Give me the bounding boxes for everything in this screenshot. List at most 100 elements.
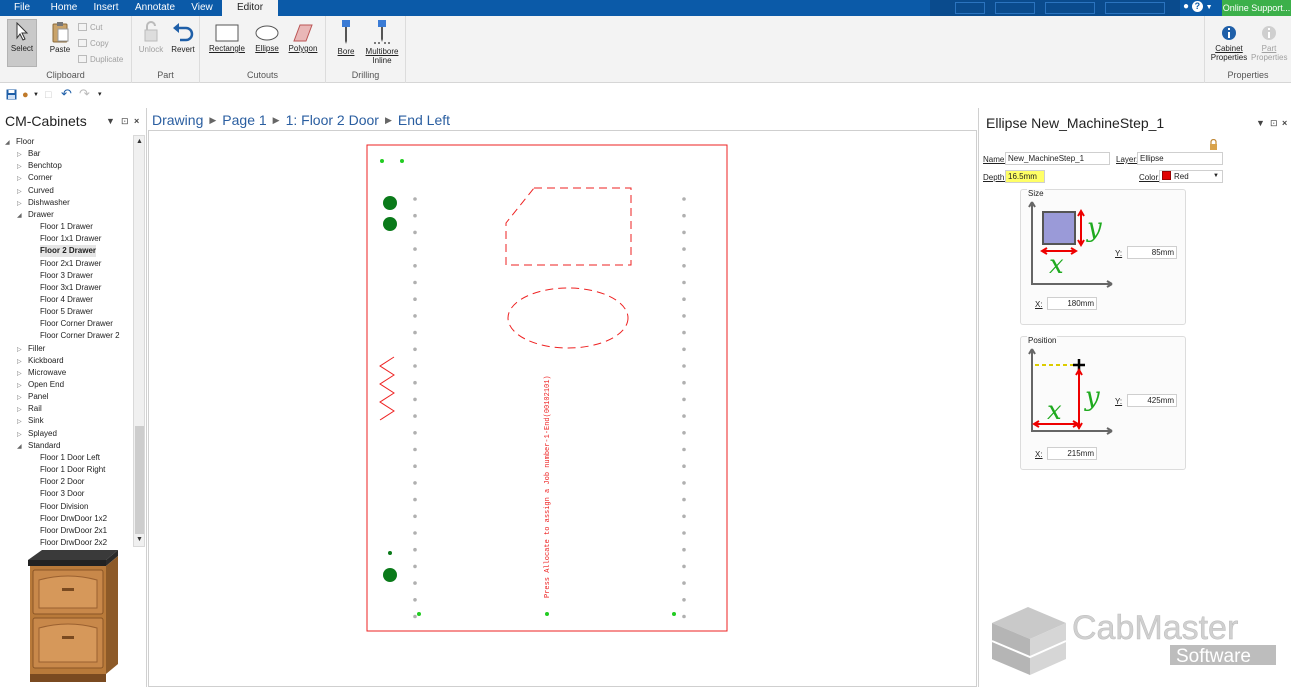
depth-field[interactable]: 16.5mm xyxy=(1005,170,1045,183)
collapsed-triangle-icon[interactable]: ▷ xyxy=(17,151,22,158)
tree-item-category[interactable]: Bar xyxy=(28,148,40,160)
tree-scrollbar[interactable]: ▲ ▼ xyxy=(133,135,145,547)
tree-item-cabinet[interactable]: Floor DrwDoor 2x1 xyxy=(40,525,107,537)
chevron-down-icon[interactable]: ▼ xyxy=(1206,4,1213,11)
unlock-button[interactable]: Unlock xyxy=(136,21,166,54)
tab-editor[interactable]: Editor xyxy=(222,0,278,16)
tree-item-category[interactable]: Sink xyxy=(28,415,44,427)
tab-annotate[interactable]: Annotate xyxy=(128,0,182,16)
collapsed-triangle-icon[interactable]: ▷ xyxy=(17,200,22,207)
tree-item-cabinet[interactable]: Floor Corner Drawer 2 xyxy=(40,330,120,342)
part-drawing[interactable]: Press Allocate to assign a Job number-1-… xyxy=(149,131,978,687)
tree-item-cabinet[interactable]: Floor Division xyxy=(40,501,88,513)
breadcrumb-page[interactable]: Page 1 xyxy=(222,112,266,128)
select-button[interactable]: Select xyxy=(7,22,37,53)
tree-item-category[interactable]: Standard xyxy=(28,440,60,452)
close-icon[interactable]: × xyxy=(134,116,139,126)
tree-item-cabinet[interactable]: Floor DrwDoor 2x2 xyxy=(40,537,107,547)
collapsed-triangle-icon[interactable]: ▷ xyxy=(17,346,22,353)
scroll-up-icon[interactable]: ▲ xyxy=(135,137,144,147)
tree-item-category[interactable]: Kickboard xyxy=(28,355,64,367)
hinge-bore[interactable] xyxy=(383,196,397,210)
copy-disabled-icon[interactable]: □ xyxy=(45,89,52,101)
cabinet-properties-button[interactable]: Cabinet Properties xyxy=(1209,24,1249,62)
collapsed-triangle-icon[interactable]: ▷ xyxy=(17,370,22,377)
drawing-canvas[interactable]: Press Allocate to assign a Job number-1-… xyxy=(148,130,977,687)
tree-item-cabinet[interactable]: Floor 5 Drawer xyxy=(40,306,93,318)
duplicate-button[interactable]: Duplicate xyxy=(78,55,123,64)
collapsed-triangle-icon[interactable]: ▷ xyxy=(17,431,22,438)
copy-button[interactable]: Copy xyxy=(78,39,109,48)
tree-item-cabinet[interactable]: Floor 1 Door Right xyxy=(40,464,105,476)
small-bore[interactable] xyxy=(388,551,392,555)
expanded-triangle-icon[interactable]: ◢ xyxy=(17,212,22,219)
hinge-bore[interactable] xyxy=(383,568,397,582)
multibore-inline-button[interactable]: Multibore Inline xyxy=(362,19,402,65)
hinge-bore[interactable] xyxy=(383,217,397,231)
tree-item-cabinet[interactable]: Floor 1x1 Drawer xyxy=(40,233,101,245)
tree-item-cabinet[interactable]: Floor 4 Drawer xyxy=(40,294,93,306)
collapsed-triangle-icon[interactable]: ▷ xyxy=(17,175,22,182)
collapsed-triangle-icon[interactable]: ▷ xyxy=(17,163,22,170)
tree-item-cabinet[interactable]: Floor 3x1 Drawer xyxy=(40,282,101,294)
paste-button[interactable]: Paste xyxy=(46,21,74,54)
breadcrumb-part[interactable]: End Left xyxy=(398,112,450,128)
pin-icon[interactable]: ⊡ xyxy=(121,116,129,127)
size-x-field[interactable]: 180mm xyxy=(1047,297,1097,310)
tree-item-cabinet[interactable]: Floor DrwDoor 1x2 xyxy=(40,513,107,525)
tab-home[interactable]: Home xyxy=(44,0,84,16)
tree-item-category[interactable]: Filler xyxy=(28,343,45,355)
tree-item-cabinet[interactable]: Floor 2 Door xyxy=(40,476,84,488)
collapsed-triangle-icon[interactable]: ▷ xyxy=(17,188,22,195)
palette-icon[interactable]: ● xyxy=(22,89,29,101)
polygon-button[interactable]: Polygon xyxy=(286,24,320,53)
dropdown-arrow-icon[interactable]: ▼ xyxy=(33,92,39,98)
tree-item-category[interactable]: Corner xyxy=(28,172,52,184)
tree-item-cabinet[interactable]: Floor 2x1 Drawer xyxy=(40,258,101,270)
position-x-field[interactable]: 215mm xyxy=(1047,447,1097,460)
tree-item-category[interactable]: Dishwasher xyxy=(28,197,70,209)
scroll-down-icon[interactable]: ▼ xyxy=(135,535,144,545)
lock-icon[interactable] xyxy=(1209,139,1218,150)
tab-insert[interactable]: Insert xyxy=(84,0,128,16)
save-icon[interactable] xyxy=(6,89,17,103)
revert-button[interactable]: Revert xyxy=(168,21,198,54)
bore-button[interactable]: Bore xyxy=(334,19,358,56)
position-y-field[interactable]: 425mm xyxy=(1127,394,1177,407)
tab-view[interactable]: View xyxy=(182,0,222,16)
rectangle-button[interactable]: Rectangle xyxy=(208,24,246,53)
undo-icon[interactable]: ↶ xyxy=(61,86,72,102)
collapsed-triangle-icon[interactable]: ▷ xyxy=(17,406,22,413)
panel-menu-icon[interactable]: ▼ xyxy=(1256,118,1265,128)
expanded-triangle-icon[interactable]: ◢ xyxy=(5,139,10,146)
expanded-triangle-icon[interactable]: ◢ xyxy=(17,443,22,450)
cut-button[interactable]: Cut xyxy=(78,23,102,32)
tab-file[interactable]: File xyxy=(0,0,44,16)
size-y-field[interactable]: 85mm xyxy=(1127,246,1177,259)
scroll-thumb[interactable] xyxy=(135,426,144,534)
breadcrumb-cabinet[interactable]: 1: Floor 2 Door xyxy=(286,112,379,128)
tree-item-cabinet[interactable]: Floor Corner Drawer xyxy=(40,318,113,330)
tree-item-category[interactable]: Benchtop xyxy=(28,160,62,172)
account-icon[interactable]: ● xyxy=(1183,1,1189,12)
tree-item-cabinet[interactable]: Floor 3 Door xyxy=(40,488,84,500)
breadcrumb-drawing[interactable]: Drawing xyxy=(152,112,203,128)
help-icon[interactable]: ? xyxy=(1191,1,1203,12)
collapsed-triangle-icon[interactable]: ▷ xyxy=(17,358,22,365)
tree-item-category[interactable]: Drawer xyxy=(28,209,54,221)
online-support-button[interactable]: Online Support... xyxy=(1222,0,1291,16)
tree-item-category[interactable]: Floor xyxy=(16,136,34,148)
tree-item-cabinet[interactable]: Floor 2 Drawer xyxy=(40,245,97,258)
collapsed-triangle-icon[interactable]: ▷ xyxy=(17,382,22,389)
ellipse-cutout-selected[interactable] xyxy=(507,287,629,349)
name-field[interactable]: New_MachineStep_1 xyxy=(1005,152,1110,165)
polygon-cutout[interactable] xyxy=(505,187,632,266)
tree-item-cabinet[interactable]: Floor 1 Door Left xyxy=(40,452,100,464)
tree-item-category[interactable]: Panel xyxy=(28,391,48,403)
color-dropdown[interactable]: Red ▼ xyxy=(1159,170,1223,183)
ellipse-button[interactable]: Ellipse xyxy=(252,24,282,53)
tree-item-category[interactable]: Curved xyxy=(28,185,54,197)
tree-item-category[interactable]: Open End xyxy=(28,379,64,391)
layer-field[interactable]: Ellipse xyxy=(1137,152,1223,165)
close-icon[interactable]: × xyxy=(1282,118,1287,128)
